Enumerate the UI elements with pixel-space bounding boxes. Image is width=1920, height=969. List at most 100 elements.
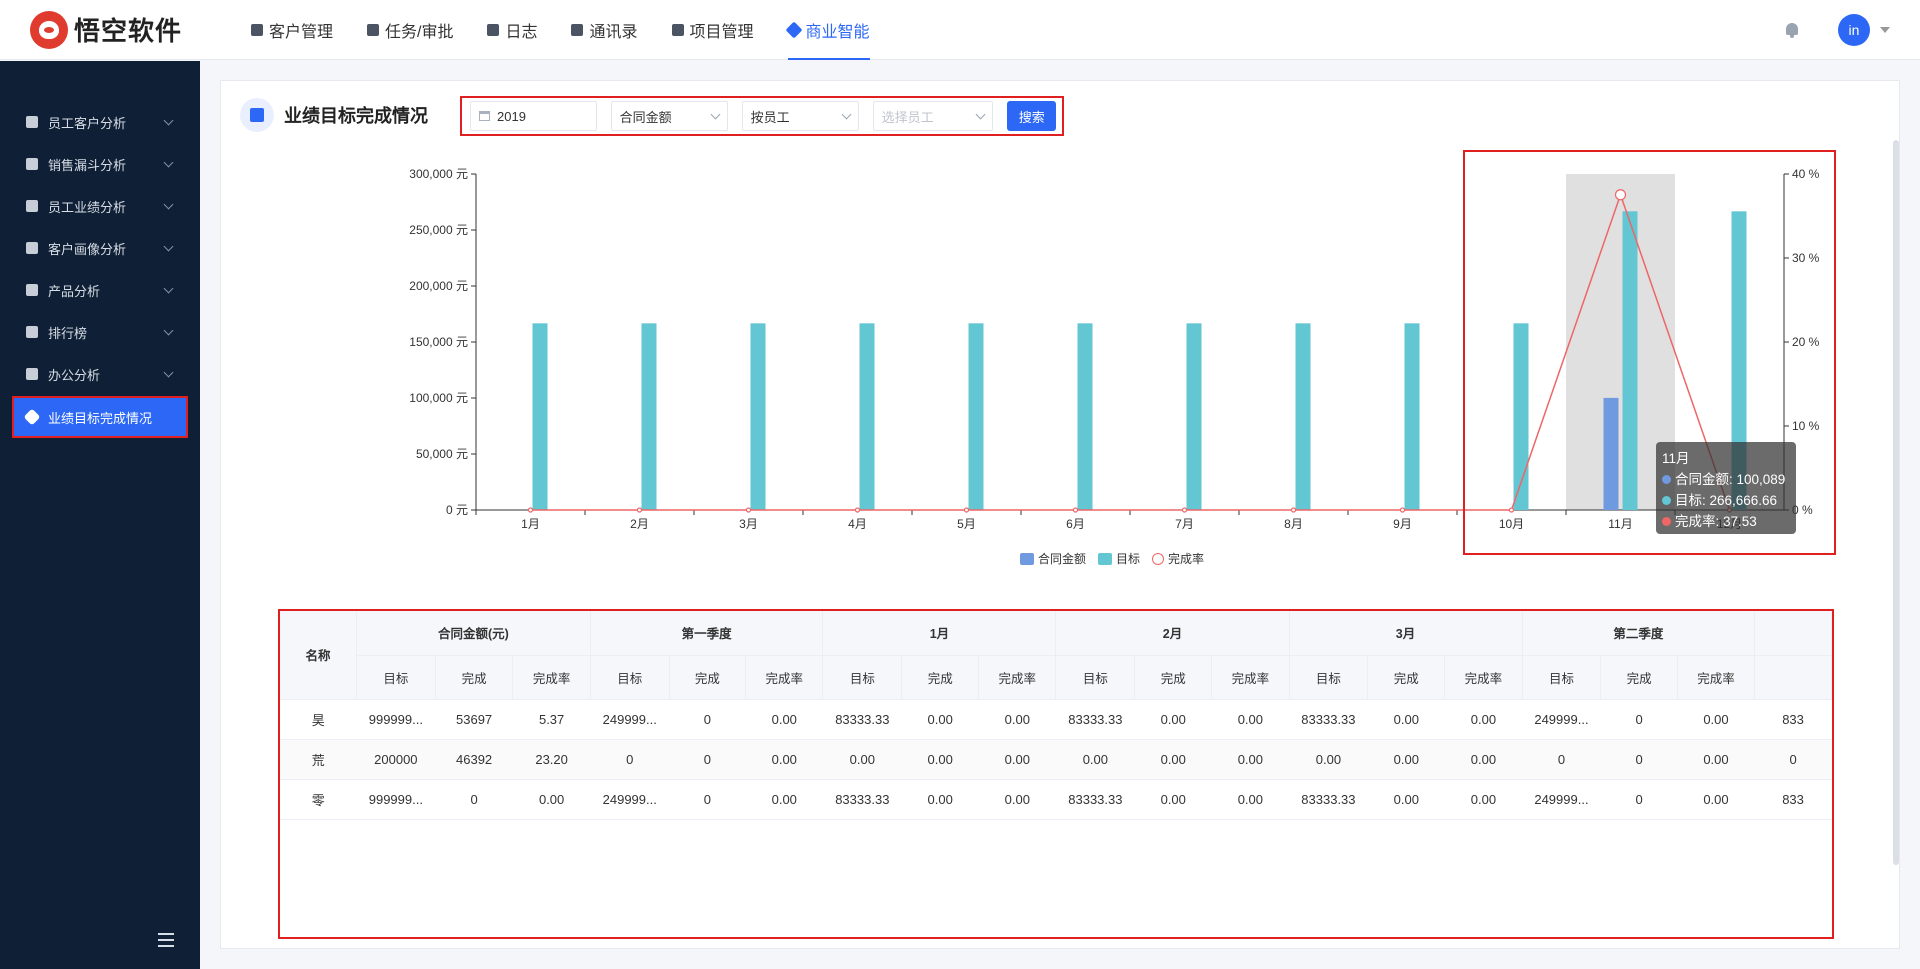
- tooltip-row-label: 目标: 266,666.66: [1675, 493, 1778, 508]
- bi-icon: [785, 21, 803, 38]
- chevron-down-icon: [163, 199, 174, 210]
- sidebar-item-customer-portrait[interactable]: 客户画像分析: [14, 229, 186, 267]
- people-icon: [26, 242, 38, 254]
- metric-select[interactable]: 合同金额: [610, 101, 728, 131]
- bar-target: [1622, 211, 1638, 510]
- bar-target: [1186, 323, 1202, 510]
- legend-swatch: [1098, 552, 1113, 565]
- chevron-down-icon: [710, 109, 721, 120]
- legend-label: 合同金额: [1038, 552, 1087, 566]
- table-cell: 200000: [356, 739, 436, 780]
- y-left-tick-label: 150,000 元: [409, 335, 468, 349]
- x-tick-label: 9月: [1393, 517, 1412, 531]
- table-cell: 0: [1600, 779, 1678, 820]
- topnav-label: 任务/审批: [385, 23, 454, 41]
- sidebar-item-employee-customer[interactable]: 员工客户分析: [14, 103, 186, 141]
- legend-item-target[interactable]: 目标: [1098, 550, 1140, 567]
- target-table-wrapper[interactable]: 名称 合同金额(元) 第一季度 1月 2月 3月 第二季度 目标 完成 完成率 目标 完成 完成率 目标完…: [278, 609, 1834, 939]
- avatar[interactable]: in: [1838, 14, 1870, 46]
- legend-item-contract[interactable]: 合同金额: [1020, 550, 1086, 567]
- search-button[interactable]: 搜索: [1007, 101, 1056, 131]
- column-sub-header: 完成率: [1677, 655, 1756, 700]
- chevron-down-icon: [163, 241, 174, 252]
- column-sub-header: 完成率: [1444, 655, 1523, 700]
- tooltip-row-label: 完成率: 37.53: [1675, 514, 1757, 529]
- column-sub-header: 完成: [669, 655, 747, 700]
- collapse-menu-icon[interactable]: [158, 933, 180, 947]
- topnav-label: 项目管理: [689, 23, 754, 41]
- y-left-tick-label: 100,000 元: [409, 391, 468, 405]
- brand-logo[interactable]: 悟空软件: [30, 10, 216, 49]
- column-group-header: 3月: [1289, 611, 1523, 656]
- topnav-log[interactable]: 日志: [470, 0, 554, 60]
- group-by-select[interactable]: 按员工: [741, 101, 859, 131]
- column-sub-header: 目标: [1522, 655, 1602, 700]
- table-cell: 0.00: [745, 779, 823, 820]
- table-cell: 999999...: [356, 699, 436, 740]
- table-cell: 0.00: [1055, 739, 1135, 780]
- table-row[interactable]: 零 999999... 0 0.00 249999... 0 0.00 83333.33 0.0…: [280, 779, 1832, 820]
- table-cell: 0.00: [512, 779, 591, 820]
- column-group-header: 第一季度: [590, 611, 824, 656]
- page-title: 业绩目标完成情况: [284, 106, 428, 126]
- table-row[interactable]: 昊 999999... 53697 5.37 249999... 0 0.00 83333.3…: [280, 699, 1832, 740]
- table-cell: 5.37: [512, 699, 591, 740]
- x-tick-label: 2月: [630, 517, 649, 531]
- column-header-name: 名称: [280, 611, 357, 700]
- sidebar-item-target-completion[interactable]: 业绩目标完成情况: [12, 396, 188, 438]
- sidebar-item-product[interactable]: 产品分析: [14, 271, 186, 309]
- chevron-down-icon: [163, 367, 174, 378]
- topnav-customer[interactable]: 客户管理: [234, 0, 350, 60]
- sidebar-item-sales-funnel[interactable]: 销售漏斗分析: [14, 145, 186, 183]
- rate-point: [854, 507, 861, 513]
- kanban-icon: [671, 23, 684, 36]
- table-cell: 249999...: [1522, 779, 1601, 820]
- legend-label: 目标: [1116, 552, 1141, 566]
- column-sub-header: 完成: [1367, 655, 1446, 700]
- topnav-contacts[interactable]: 通讯录: [554, 0, 654, 60]
- table-cell: 249999...: [590, 779, 670, 820]
- y-right-tick-label: 30 %: [1792, 251, 1820, 265]
- vertical-scrollbar[interactable]: [1893, 140, 1899, 865]
- x-tick-label: 10月: [1499, 517, 1524, 531]
- legend-swatch: [1020, 552, 1034, 565]
- column-group-header: 第二季度: [1522, 611, 1756, 656]
- briefcase-icon: [26, 368, 38, 380]
- column-sub-header: 完成: [1134, 655, 1213, 700]
- sidebar-item-label: 办公分析: [48, 367, 101, 383]
- topnav-label: 通讯录: [589, 23, 638, 41]
- bar-target: [532, 323, 548, 510]
- legend-ring-icon: [1152, 552, 1165, 565]
- metric-value: 合同金额: [619, 109, 672, 125]
- rate-point: [963, 507, 970, 513]
- table-cell: 249999...: [590, 699, 670, 740]
- topnav-project[interactable]: 项目管理: [655, 0, 771, 60]
- rate-point: [745, 507, 752, 513]
- x-tick-label: 1月: [521, 517, 540, 531]
- employee-select[interactable]: 选择员工: [872, 101, 994, 131]
- legend-item-rate[interactable]: 完成率: [1152, 550, 1204, 567]
- bar-contract-amount: [1603, 397, 1619, 510]
- bar-target: [859, 323, 875, 510]
- sidebar-item-office[interactable]: 办公分析: [14, 355, 186, 393]
- topnav-bi[interactable]: 商业智能: [771, 0, 887, 60]
- table-cell: 83333.33: [1289, 699, 1368, 740]
- sidebar-item-employee-performance[interactable]: 员工业绩分析: [14, 187, 186, 225]
- series-dot: [1662, 496, 1671, 505]
- chevron-down-icon[interactable]: [1880, 27, 1890, 33]
- tooltip-row: 完成率: 37.53: [1662, 511, 1790, 532]
- employee-placeholder: 选择员工: [881, 109, 934, 125]
- table-row[interactable]: 荒 200000 46392 23.20 0 0 0.00 0.00 0.00 0.00 0.00 0…: [280, 739, 1832, 780]
- table-cell: 0.00: [1367, 699, 1445, 740]
- bell-icon[interactable]: [1784, 22, 1800, 39]
- x-tick-label: 7月: [1175, 517, 1194, 531]
- sidebar-item-ranking[interactable]: 排行榜: [14, 313, 186, 351]
- performance-chart[interactable]: 0 元 50,000 元 100,000 元 150,000 元 200,000 元 25…: [380, 160, 1840, 580]
- chevron-down-icon: [163, 115, 174, 126]
- table-cell: 0.00: [901, 699, 979, 740]
- topnav-task[interactable]: 任务/审批: [350, 0, 470, 60]
- x-tick-label: 4月: [848, 517, 867, 531]
- column-sub-header: 完成率: [978, 655, 1057, 700]
- year-picker[interactable]: 2019: [470, 101, 597, 131]
- building-icon: [251, 23, 263, 36]
